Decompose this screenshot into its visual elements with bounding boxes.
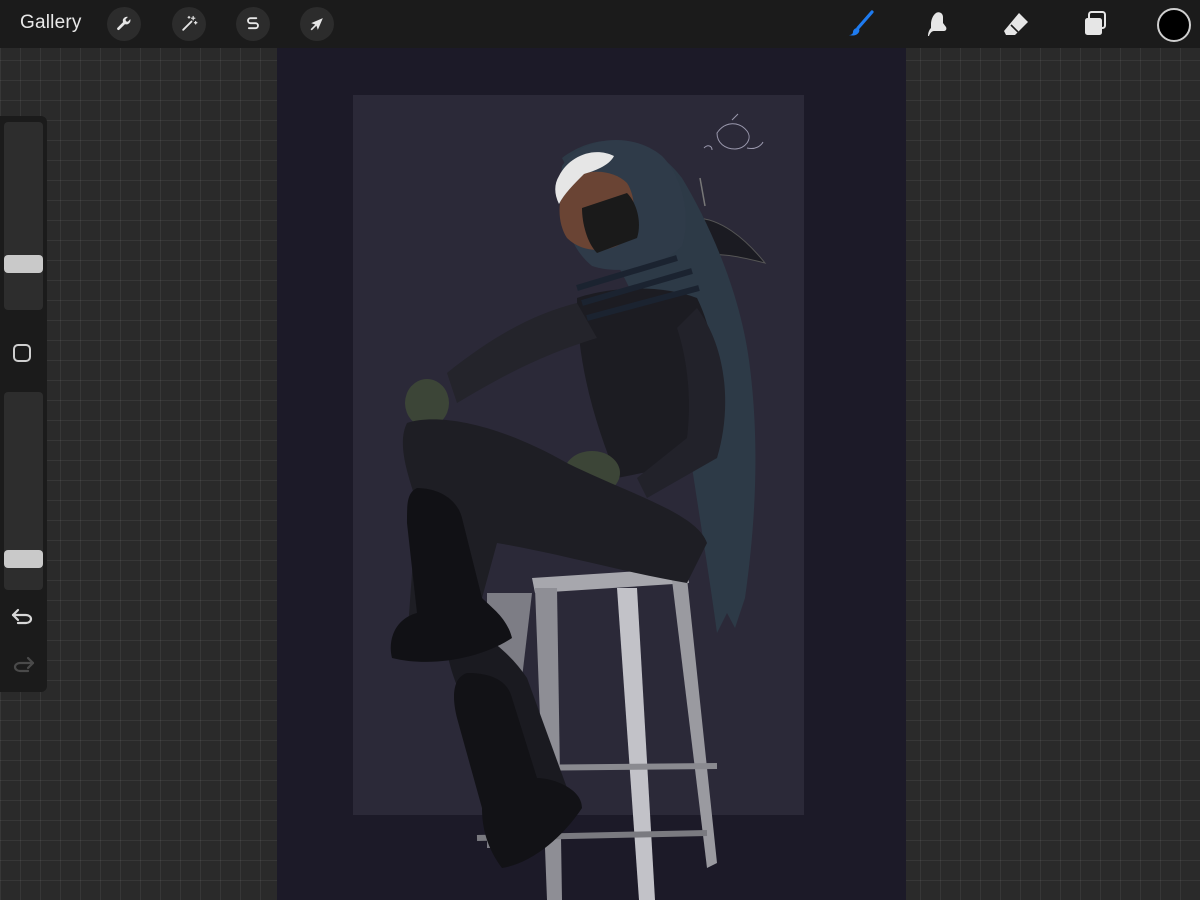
left-arm	[447, 303, 597, 403]
drawing-canvas[interactable]	[277, 48, 906, 900]
opacity-slider[interactable]	[4, 392, 43, 590]
undo-icon	[11, 608, 33, 625]
selection-button[interactable]	[236, 7, 270, 41]
color-picker-button[interactable]	[1157, 8, 1191, 42]
smudge-tool-button[interactable]	[921, 6, 957, 42]
transform-button[interactable]	[300, 7, 334, 41]
left-sidebar	[0, 116, 47, 692]
modify-button[interactable]	[13, 344, 31, 362]
eraser-tool-button[interactable]	[998, 6, 1034, 42]
smudge-icon	[928, 12, 947, 37]
opacity-thumb[interactable]	[4, 550, 43, 569]
adjustments-button[interactable]	[172, 7, 206, 41]
brush-size-thumb[interactable]	[4, 254, 43, 273]
redo-icon	[13, 656, 35, 673]
layers-icon	[1085, 11, 1106, 35]
character-artwork	[390, 113, 767, 900]
actions-button[interactable]	[107, 7, 141, 41]
brush-icon	[849, 10, 874, 36]
gallery-button[interactable]: Gallery	[20, 12, 82, 34]
wrench-icon	[117, 16, 131, 31]
redo-button[interactable]	[10, 653, 36, 675]
eraser-icon	[1004, 13, 1028, 35]
undo-button[interactable]	[10, 605, 36, 627]
brush-tool-button[interactable]	[843, 6, 879, 42]
signature-doodle	[703, 113, 764, 151]
arrow-cursor-icon	[310, 18, 323, 31]
magic-wand-icon	[182, 15, 198, 31]
top-toolbar: Gallery	[0, 0, 1200, 48]
layers-button[interactable]	[1077, 6, 1113, 42]
selection-s-icon	[247, 17, 259, 30]
brush-size-slider[interactable]	[4, 122, 43, 310]
